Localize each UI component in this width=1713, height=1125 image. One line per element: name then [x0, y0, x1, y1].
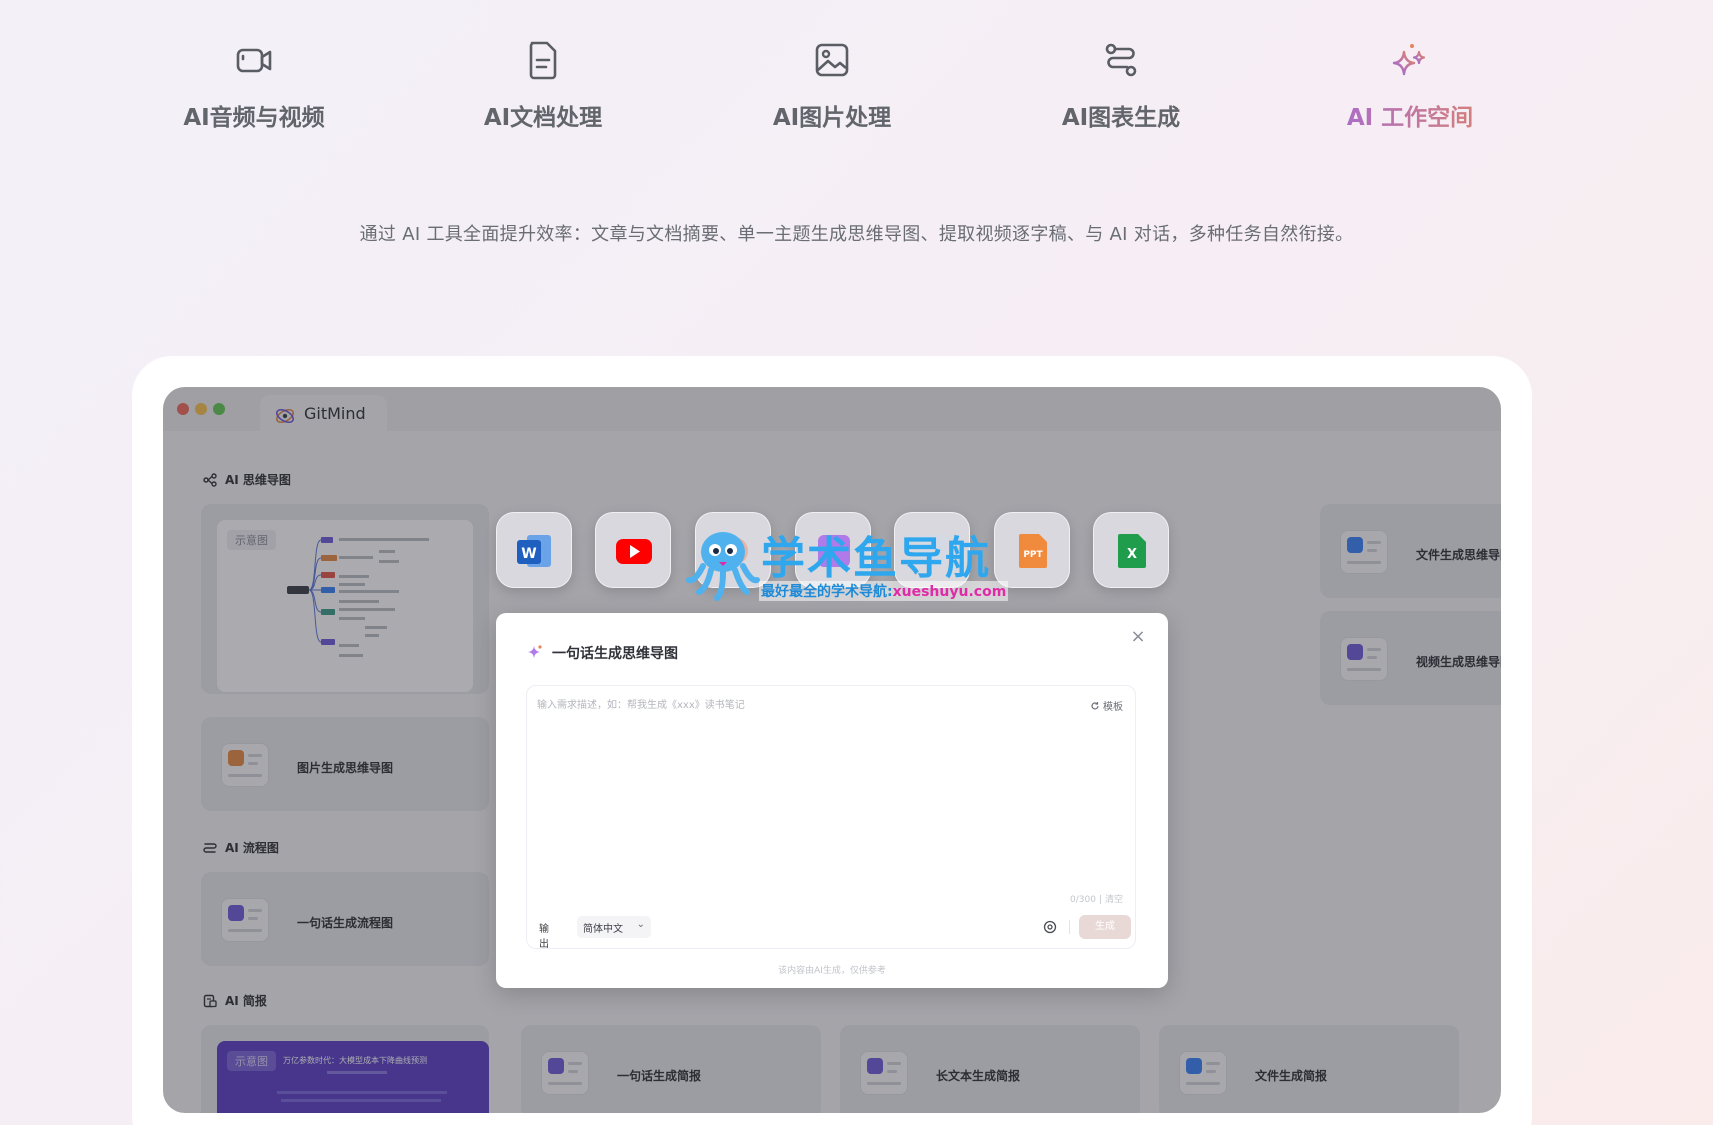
excel-icon: X: [1118, 534, 1146, 568]
image-icon: [815, 43, 849, 77]
prompt-input[interactable]: [537, 696, 1017, 796]
flow-chart-icon: [1105, 43, 1137, 77]
template-label: 模板: [1103, 702, 1123, 713]
word-app[interactable]: W: [496, 512, 572, 588]
gear-icon[interactable]: [1041, 918, 1059, 936]
nav-item-document[interactable]: AI文档处理: [423, 30, 663, 132]
watermark-subtitle-text: 最好最全的学术导航:: [761, 584, 893, 600]
nav-item-workspace[interactable]: AI 工作空间: [1290, 30, 1530, 132]
nav-label: AI音频与视频: [183, 105, 325, 131]
youtube-icon: [616, 539, 652, 564]
divider: [1069, 920, 1070, 934]
char-counter: 0/300 | 清空: [1070, 895, 1123, 905]
excel-app[interactable]: X: [1093, 512, 1169, 588]
ai-disclaimer: 该内容由AI生成，仅供参考: [778, 966, 886, 976]
prompt-box: 模板 0/300|清空 输出 简体中文 ⌄ 生成: [526, 685, 1136, 950]
generate-mindmap-dialog: 一句话生成思维导图 × 模板 0/300|清空 输出 简体中文 ⌄ 生成 该内容…: [496, 613, 1168, 988]
chevron-down-icon: ⌄: [636, 919, 645, 930]
youtube-app[interactable]: [595, 512, 671, 588]
refresh-icon: [1091, 702, 1099, 710]
generate-button[interactable]: 生成: [1079, 915, 1131, 939]
nav-label: AI图片处理: [772, 105, 892, 131]
nav-label: AI文档处理: [483, 105, 603, 131]
clear-button[interactable]: 清空: [1105, 895, 1123, 905]
nav-item-chart[interactable]: AI图表生成: [1001, 30, 1241, 132]
video-camera-icon: [236, 48, 272, 73]
document-icon: [529, 41, 557, 80]
watermark-domain: xueshuyu.com: [892, 584, 1007, 600]
language-value: 简体中文: [583, 924, 623, 935]
nav-item-audio-video[interactable]: AI音频与视频: [134, 30, 374, 132]
nav-label: AI 工作空间: [1290, 98, 1530, 132]
dialog-title: 一句话生成思维导图: [552, 646, 678, 662]
tagline: 通过 AI 工具全面提升效率：文章与文档摘要、单一主题生成思维导图、提取视频逐字…: [359, 224, 1354, 245]
nav-item-image[interactable]: AI图片处理: [712, 30, 952, 132]
svg-text:X: X: [1127, 547, 1137, 562]
close-icon[interactable]: ×: [1128, 627, 1148, 647]
feature-nav: AI音频与视频 AI文档处理 AI图片处理 AI图表生成 AI 工作空间: [0, 30, 1713, 140]
svg-text:W: W: [521, 546, 536, 562]
nav-label: AI图表生成: [1061, 105, 1181, 131]
octopus-logo-icon: [686, 532, 760, 601]
sparkle-icon: [528, 645, 542, 658]
watermark-subtitle: 最好最全的学术导航:xueshuyu.com: [759, 581, 1009, 601]
output-label: 输出: [539, 924, 549, 950]
word-icon: W: [517, 535, 551, 567]
counter-value: 0/300: [1070, 895, 1096, 905]
site-watermark: 学术鱼导航 最好最全的学术导航:xueshuyu.com: [685, 522, 1035, 602]
template-button[interactable]: 模板: [1090, 698, 1123, 713]
sparkles-icon: [1392, 44, 1426, 76]
language-select[interactable]: 简体中文 ⌄: [577, 916, 651, 938]
watermark-title: 学术鱼导航: [761, 533, 991, 584]
